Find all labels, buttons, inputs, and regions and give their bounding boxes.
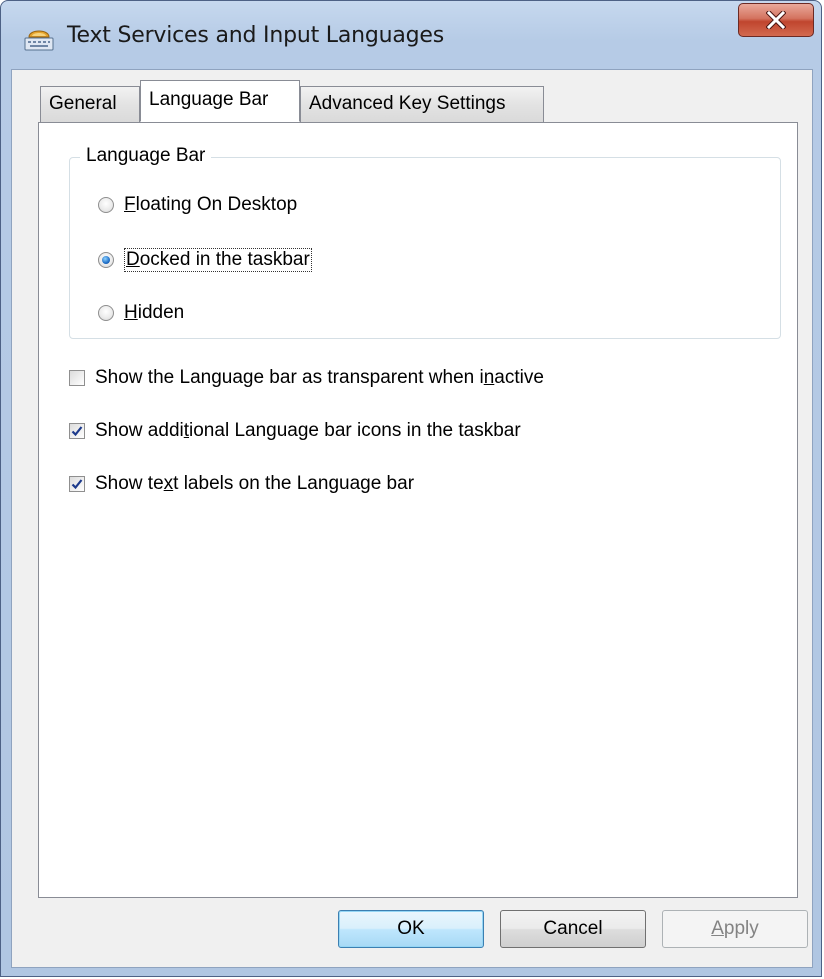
label-text: idden	[137, 302, 185, 323]
dialog-window: Text Services and Input Languages Genera…	[0, 0, 822, 977]
radio-label-floating: Floating On Desktop	[124, 194, 297, 216]
close-icon	[766, 11, 786, 29]
mnemonic-letter: x	[163, 473, 174, 494]
label-text: pply	[723, 918, 759, 939]
radio-hidden[interactable]: Hidden	[98, 302, 184, 324]
label-text: Show addi	[95, 420, 184, 441]
label-text: Show te	[95, 473, 164, 494]
radio-button[interactable]	[98, 197, 114, 213]
mnemonic-letter: A	[711, 918, 724, 939]
tab-language-bar[interactable]: Language Bar	[140, 80, 300, 122]
radio-button[interactable]	[98, 305, 114, 321]
radio-label-docked: Docked in the taskbar	[124, 248, 312, 272]
checkmark-icon	[71, 426, 83, 437]
window-title: Text Services and Input Languages	[67, 23, 445, 48]
mnemonic-letter: H	[124, 302, 138, 323]
checkbox-label-additional-icons: Show additional Language bar icons in th…	[95, 420, 521, 442]
checkbox-checked[interactable]	[69, 423, 85, 439]
radio-button-selected[interactable]	[98, 252, 114, 268]
groupbox-legend: Language Bar	[80, 145, 212, 167]
ok-button-label: OK	[397, 918, 425, 939]
checkbox-label-transparent: Show the Language bar as transparent whe…	[95, 367, 544, 389]
close-button[interactable]	[738, 3, 814, 37]
mnemonic-letter: n	[483, 367, 495, 388]
tab-general[interactable]: General	[40, 86, 140, 122]
label-text: loating On Desktop	[135, 194, 298, 215]
label-text: active	[494, 367, 544, 388]
tab-advanced-key-settings[interactable]: Advanced Key Settings	[300, 86, 544, 122]
mnemonic-letter: F	[124, 194, 136, 215]
title-bar[interactable]: Text Services and Input Languages	[1, 1, 821, 69]
mnemonic-letter: D	[126, 249, 140, 270]
apply-button[interactable]: Apply	[662, 910, 808, 948]
checkbox-checked[interactable]	[69, 476, 85, 492]
ok-button[interactable]: OK	[338, 910, 484, 948]
checkbox-transparent-when-inactive[interactable]: Show the Language bar as transparent whe…	[69, 367, 544, 389]
cancel-button-label: Cancel	[543, 918, 603, 939]
language-bar-groupbox: Language Bar Floating On Desktop Docked …	[69, 145, 781, 339]
label-text: t labels on the Language bar	[173, 473, 415, 494]
checkmark-icon	[71, 479, 83, 490]
checkbox-text-labels[interactable]: Show text labels on the Language bar	[69, 473, 414, 495]
radio-floating-on-desktop[interactable]: Floating On Desktop	[98, 194, 297, 216]
radio-label-hidden: Hidden	[124, 302, 184, 324]
checkbox[interactable]	[69, 370, 85, 386]
radio-docked-in-taskbar[interactable]: Docked in the taskbar	[98, 248, 312, 272]
apply-button-label: Apply	[711, 918, 759, 940]
cancel-button[interactable]: Cancel	[500, 910, 646, 948]
tab-advanced-label: Advanced Key Settings	[309, 93, 506, 114]
label-text: Show the Language bar as transparent whe…	[95, 367, 484, 388]
label-text: ional Language bar icons in the taskbar	[189, 420, 521, 441]
tab-general-label: General	[49, 93, 117, 114]
keyboard-icon	[23, 23, 55, 53]
tab-page-language-bar: Language Bar Floating On Desktop Docked …	[38, 122, 798, 898]
tab-language-bar-label: Language Bar	[149, 89, 269, 110]
checkbox-label-text-labels: Show text labels on the Language bar	[95, 473, 414, 495]
dialog-client-area: General Language Bar Advanced Key Settin…	[11, 69, 813, 968]
checkbox-additional-icons[interactable]: Show additional Language bar icons in th…	[69, 420, 521, 442]
label-text: ocked in the taskbar	[139, 249, 310, 270]
